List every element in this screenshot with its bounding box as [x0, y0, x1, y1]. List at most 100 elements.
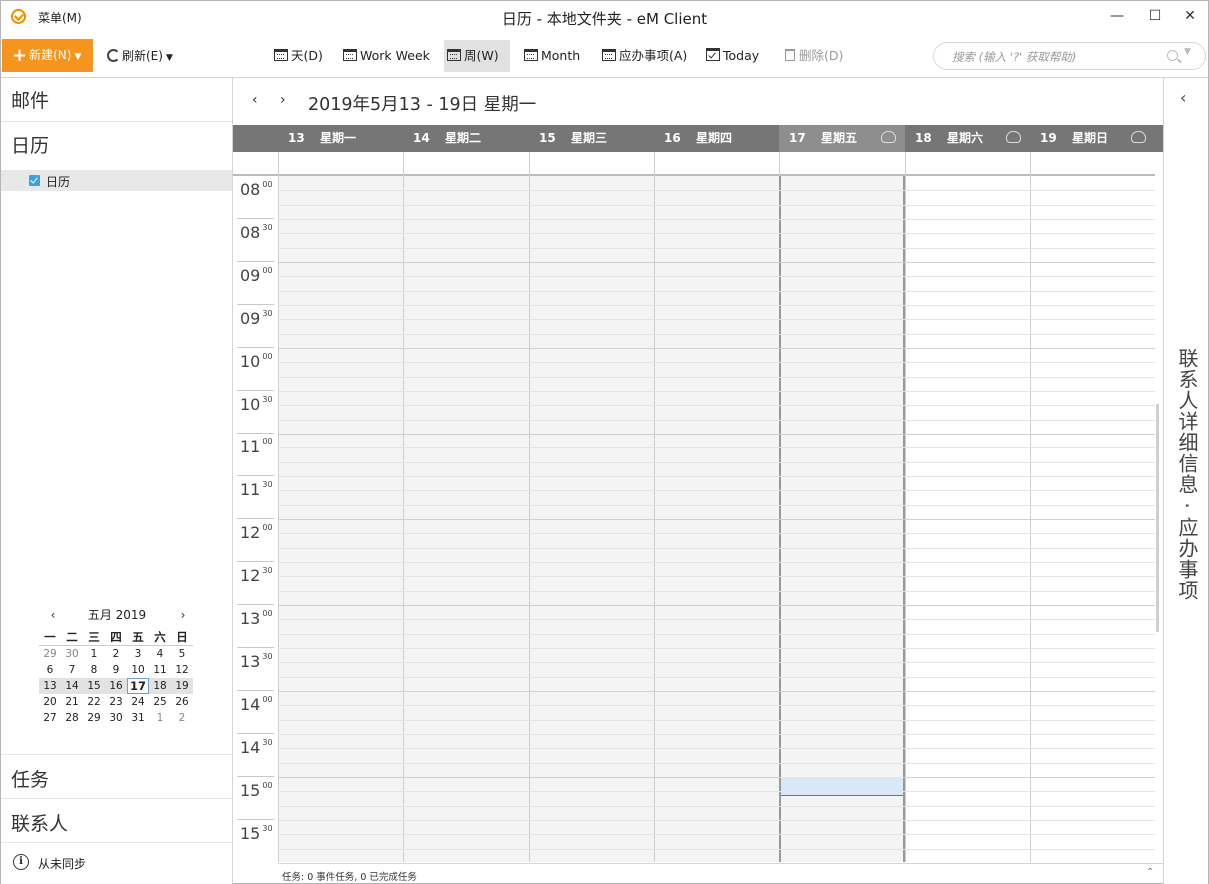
mini-calendar-day[interactable]: 4	[149, 646, 171, 662]
new-button[interactable]: + 新建(N) ▼	[2, 39, 93, 72]
time-tick	[237, 818, 274, 820]
delete-button[interactable]: 删除(D)	[782, 40, 846, 72]
day-header-19[interactable]: 19 星期日	[1030, 125, 1155, 152]
status-bar: 任务: 0 事件任务, 0 已完成任务 ⌃	[278, 863, 1163, 884]
mini-calendar-day[interactable]: 2	[171, 710, 193, 726]
refresh-button[interactable]: 刷新(E) ▼	[107, 47, 173, 64]
mini-calendar-day[interactable]: 27	[39, 710, 61, 726]
view-month-button[interactable]: Month	[521, 40, 583, 72]
chevron-down-icon[interactable]: ▼	[1184, 47, 1191, 57]
view-agenda-button[interactable]: 应办事项(A)	[599, 40, 690, 72]
mini-calendar-day[interactable]: 24	[127, 694, 149, 710]
day-name: 星期一	[320, 131, 357, 145]
chevron-left-icon[interactable]: ‹	[1180, 88, 1186, 107]
view-day-button[interactable]: 天(D)	[271, 40, 326, 72]
mini-calendar-day[interactable]: 20	[39, 694, 61, 710]
chevron-right-icon[interactable]: ›	[175, 605, 191, 625]
mini-calendar-day[interactable]: 19	[171, 678, 193, 694]
today-button[interactable]: Today	[703, 40, 762, 72]
mini-calendar-day[interactable]: 29	[83, 710, 105, 726]
slot-line	[278, 705, 1155, 706]
slot-line	[278, 677, 1155, 678]
slot-line	[278, 262, 1155, 263]
mini-calendar-day[interactable]: 22	[83, 694, 105, 710]
slot-line	[278, 634, 1155, 635]
today-check-icon	[706, 48, 720, 61]
mini-calendar-day[interactable]: 13	[39, 678, 61, 694]
mini-calendar-day[interactable]: 8	[83, 662, 105, 678]
mini-calendar-day[interactable]: 28	[61, 710, 83, 726]
all-day-cell[interactable]	[1030, 152, 1155, 176]
chevron-right-icon[interactable]: ›	[280, 92, 286, 108]
maximize-icon[interactable]: ☐	[1138, 5, 1172, 29]
day-header-15[interactable]: 15 星期三	[529, 125, 654, 152]
mini-calendar-day[interactable]: 10	[127, 662, 149, 678]
mini-calendar-day[interactable]: 23	[105, 694, 127, 710]
all-day-cell[interactable]	[529, 152, 654, 176]
right-panel-title[interactable]: 联系人详细信息 · 应办事项	[1174, 348, 1200, 601]
scrollbar-thumb[interactable]	[1156, 404, 1159, 632]
all-day-cell[interactable]	[905, 152, 1030, 176]
mini-calendar-day[interactable]: 1	[149, 710, 171, 726]
mini-calendar-day[interactable]: 9	[105, 662, 127, 678]
slot-line	[278, 849, 1155, 850]
day-header-18[interactable]: 18 星期六	[905, 125, 1030, 152]
day-header-16[interactable]: 16 星期四	[654, 125, 779, 152]
minimize-icon[interactable]: —	[1100, 5, 1134, 29]
trash-icon	[785, 49, 795, 61]
calendar-month-icon	[524, 49, 538, 61]
time-tick	[237, 560, 274, 562]
day-header-13[interactable]: 13 星期一	[278, 125, 403, 152]
chevron-left-icon[interactable]: ‹	[45, 605, 61, 625]
mini-calendar-day[interactable]: 26	[171, 694, 193, 710]
chevron-left-icon[interactable]: ‹	[252, 92, 258, 108]
mini-calendar-day[interactable]: 18	[149, 678, 171, 694]
mini-calendar-day[interactable]: 11	[149, 662, 171, 678]
mini-calendar-day[interactable]: 15	[83, 678, 105, 694]
all-day-cell[interactable]	[779, 152, 905, 176]
mini-calendar-day[interactable]: 21	[61, 694, 83, 710]
time-label: 14 30	[240, 738, 273, 757]
mini-calendar-day[interactable]: 3	[127, 646, 149, 662]
calendar-list-item[interactable]: 日历	[1, 170, 232, 191]
day-name: 星期日	[1072, 131, 1109, 145]
checkbox-checked-icon[interactable]	[29, 175, 40, 186]
toolbar: + 新建(N) ▼ 刷新(E) ▼ 天(D) Work Week 周(W) Month…	[1, 39, 1208, 73]
mini-calendar-day[interactable]: 30	[105, 710, 127, 726]
selected-time-slot[interactable]	[781, 777, 903, 795]
view-week-button[interactable]: 周(W)	[444, 40, 510, 72]
mini-calendar-day[interactable]: 6	[39, 662, 61, 678]
mini-calendar-day[interactable]: 29	[39, 646, 61, 662]
time-tick	[237, 517, 274, 519]
all-day-row[interactable]	[233, 152, 1155, 176]
close-icon[interactable]: ✕	[1173, 5, 1207, 29]
mini-calendar-day[interactable]: 17	[127, 678, 149, 694]
view-workweek-button[interactable]: Work Week	[340, 40, 433, 72]
time-label: 08 00	[240, 180, 273, 199]
all-day-cell[interactable]	[654, 152, 779, 176]
all-day-cell[interactable]	[403, 152, 529, 176]
day-name: 星期二	[445, 131, 482, 145]
nav-tasks[interactable]: 任务	[1, 765, 232, 792]
slot-line	[278, 205, 1155, 206]
nav-mail[interactable]: 邮件	[1, 86, 232, 113]
day-header-17[interactable]: 17 星期五	[779, 125, 905, 152]
mini-calendar-day[interactable]: 16	[105, 678, 127, 694]
mini-calendar-day[interactable]: 14	[61, 678, 83, 694]
time-grid[interactable]: 08 00 08 30 09 00 09 30 10 00 10 30 11 00 11 30 12 00 12 30…	[233, 176, 1155, 862]
all-day-cell[interactable]	[278, 152, 403, 176]
nav-calendar[interactable]: 日历	[1, 131, 232, 158]
mini-calendar-day[interactable]: 31	[127, 710, 149, 726]
mini-calendar-day[interactable]: 12	[171, 662, 193, 678]
mini-calendar-day[interactable]: 5	[171, 646, 193, 662]
mini-calendar-day[interactable]: 7	[61, 662, 83, 678]
search-icon[interactable]	[1167, 50, 1178, 61]
nav-contacts[interactable]: 联系人	[1, 809, 232, 836]
expand-up-icon[interactable]: ⌃	[1146, 867, 1154, 878]
mini-calendar-day[interactable]: 25	[149, 694, 171, 710]
mini-calendar-day[interactable]: 30	[61, 646, 83, 662]
search-input[interactable]	[952, 48, 1152, 65]
mini-calendar-day[interactable]: 1	[83, 646, 105, 662]
mini-calendar-day[interactable]: 2	[105, 646, 127, 662]
day-header-14[interactable]: 14 星期二	[403, 125, 529, 152]
